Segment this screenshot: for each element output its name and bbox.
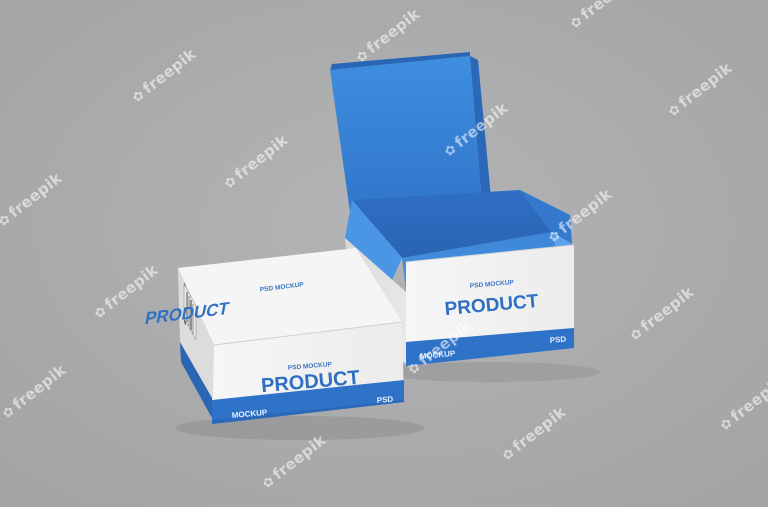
product-box-mockup-scene: PSD MOCKUP PRODUCT MOCKUP PSD PSD MOCKUP…	[0, 0, 768, 507]
closed-box	[178, 248, 404, 424]
closed-box-band-right-text: PSD	[376, 395, 393, 405]
open-box-band-right-text: PSD	[549, 335, 566, 345]
